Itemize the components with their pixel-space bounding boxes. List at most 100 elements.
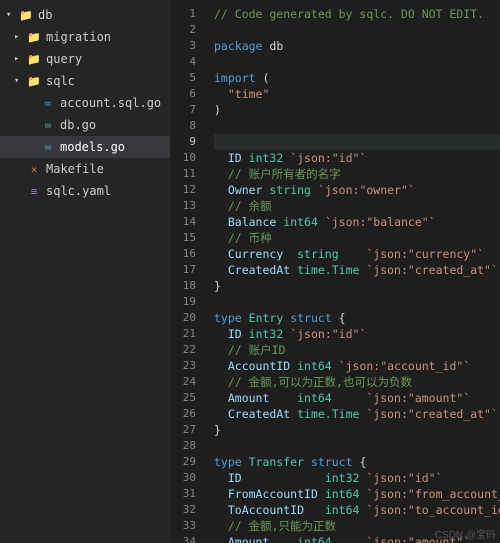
folder-item[interactable]: ▸📁query — [0, 48, 170, 70]
folder-item[interactable]: ▾📁sqlc — [0, 70, 170, 92]
code-line[interactable]: ToAccountID int64 `json:"to_account_id"` — [214, 502, 500, 518]
code-line[interactable]: Amount int64 `json:"amount"` — [214, 390, 500, 406]
code-token — [283, 247, 297, 261]
folder-icon: 📁 — [26, 53, 42, 66]
file-item[interactable]: ≡sqlc.yaml — [0, 180, 170, 202]
code-line[interactable]: ID int32 `json:"id"` — [214, 326, 500, 342]
tree-item-label: sqlc — [46, 74, 75, 88]
line-number: 8 — [170, 118, 208, 134]
code-line[interactable]: AccountID int64 `json:"account_id"` — [214, 358, 500, 374]
code-token — [304, 503, 325, 517]
code-token — [214, 215, 228, 229]
code-line[interactable]: Currency string `json:"currency"` — [214, 246, 500, 262]
line-number: 18 — [170, 278, 208, 294]
code-line[interactable]: // Code generated by sqlc. DO NOT EDIT. — [214, 6, 500, 22]
file-item[interactable]: ✕Makefile — [0, 158, 170, 180]
current-line-highlight — [214, 134, 500, 150]
code-line[interactable]: // 币种 — [214, 230, 500, 246]
chevron-icon: ▸ — [14, 32, 24, 42]
code-token: int64 — [283, 215, 318, 229]
tree-item-label: models.go — [60, 140, 125, 154]
watermark: CSDN @宝码 — [435, 526, 496, 541]
line-number: 30 — [170, 470, 208, 486]
code-editor[interactable]: 1234567891011121314151617181920212223242… — [170, 0, 500, 543]
code-token — [214, 503, 228, 517]
code-token: ) — [214, 103, 221, 117]
code-token — [214, 487, 228, 501]
code-line[interactable]: CreatedAt time.Time `json:"created_at"` — [214, 262, 500, 278]
code-line[interactable] — [214, 118, 500, 134]
line-number: 20 — [170, 310, 208, 326]
code-line[interactable]: // 账户所有者的名字 — [214, 166, 500, 182]
file-explorer[interactable]: ▾📁db▸📁migration▸📁query▾📁sqlc∞account.sql… — [0, 0, 170, 543]
code-line[interactable]: type Transfer struct { — [214, 454, 500, 470]
line-number: 1 — [170, 6, 208, 22]
code-token: `json:"currency"` — [366, 247, 484, 261]
tree-item-label: Makefile — [46, 162, 104, 176]
code-token — [214, 359, 228, 373]
line-number: 14 — [170, 214, 208, 230]
code-line[interactable]: "time" — [214, 86, 500, 102]
code-token: Currency — [228, 247, 283, 261]
code-line[interactable]: CreatedAt time.Time `json:"created_at"` — [214, 406, 500, 422]
code-line[interactable] — [214, 54, 500, 70]
code-line[interactable] — [214, 294, 500, 310]
code-line[interactable]: type Entry struct { — [214, 310, 500, 326]
code-token: string — [269, 183, 311, 197]
code-token: } — [214, 423, 221, 437]
code-line[interactable]: type Account struct { — [214, 134, 500, 150]
code-token — [214, 263, 228, 277]
code-token: `json:"balance"` — [325, 215, 436, 229]
code-line[interactable]: import ( — [214, 70, 500, 86]
code-line[interactable]: FromAccountID int64 `json:"from_account_… — [214, 486, 500, 502]
folder-item[interactable]: ▾📁db — [0, 4, 170, 26]
code-token — [269, 391, 297, 405]
file-item[interactable]: ∞db.go — [0, 114, 170, 136]
code-token — [214, 375, 228, 389]
code-token — [242, 455, 249, 469]
code-line[interactable] — [214, 22, 500, 38]
code-line[interactable]: } — [214, 278, 500, 294]
file-item[interactable]: ∞account.sql.go — [0, 92, 170, 114]
code-line[interactable]: // 余额 — [214, 198, 500, 214]
code-token: // Code generated by sqlc. DO NOT EDIT. — [214, 7, 484, 21]
code-line[interactable]: ID int32 `json:"id"` — [214, 470, 500, 486]
code-line[interactable]: // 账户ID — [214, 342, 500, 358]
code-token: `json:"created_at"` — [366, 407, 498, 421]
code-line[interactable]: // 金额,可以为正数,也可以为负数 — [214, 374, 500, 390]
code-token — [339, 247, 367, 261]
code-line[interactable]: Owner string `json:"owner"` — [214, 182, 500, 198]
code-token: `json:"id"` — [366, 471, 442, 485]
code-token: ( — [256, 71, 270, 85]
file-item[interactable]: ∞models.go — [0, 136, 170, 158]
code-token: Transfer — [249, 455, 304, 469]
code-line[interactable]: package db — [214, 38, 500, 54]
line-number: 12 — [170, 182, 208, 198]
line-number: 7 — [170, 102, 208, 118]
code-token: CreatedAt — [228, 407, 290, 421]
code-token: // 币种 — [228, 231, 272, 245]
code-line[interactable]: Balance int64 `json:"balance"` — [214, 214, 500, 230]
code-line[interactable]: } — [214, 422, 500, 438]
folder-item[interactable]: ▸📁migration — [0, 26, 170, 48]
code-token: // 账户所有者的名字 — [228, 167, 341, 181]
code-token: // 金额,只能为正数 — [228, 519, 336, 533]
line-number-gutter: 1234567891011121314151617181920212223242… — [170, 0, 208, 543]
code-token: Owner — [228, 183, 263, 197]
code-area[interactable]: // Code generated by sqlc. DO NOT EDIT. p… — [208, 0, 500, 543]
code-line[interactable] — [214, 438, 500, 454]
code-line[interactable]: ID int32 `json:"id"` — [214, 150, 500, 166]
code-token: // 账户ID — [228, 343, 286, 357]
code-token: CreatedAt — [228, 263, 290, 277]
line-number: 2 — [170, 22, 208, 38]
code-line[interactable]: ) — [214, 102, 500, 118]
code-token: `json:"id"` — [290, 327, 366, 341]
code-token: `json:"owner"` — [318, 183, 415, 197]
yaml-icon: ≡ — [26, 185, 42, 198]
code-token: import — [214, 71, 256, 85]
code-token — [214, 535, 228, 543]
line-number: 3 — [170, 38, 208, 54]
folder-icon: 📁 — [26, 75, 42, 88]
code-token: // 余额 — [228, 199, 272, 213]
code-token: int32 — [249, 327, 284, 341]
